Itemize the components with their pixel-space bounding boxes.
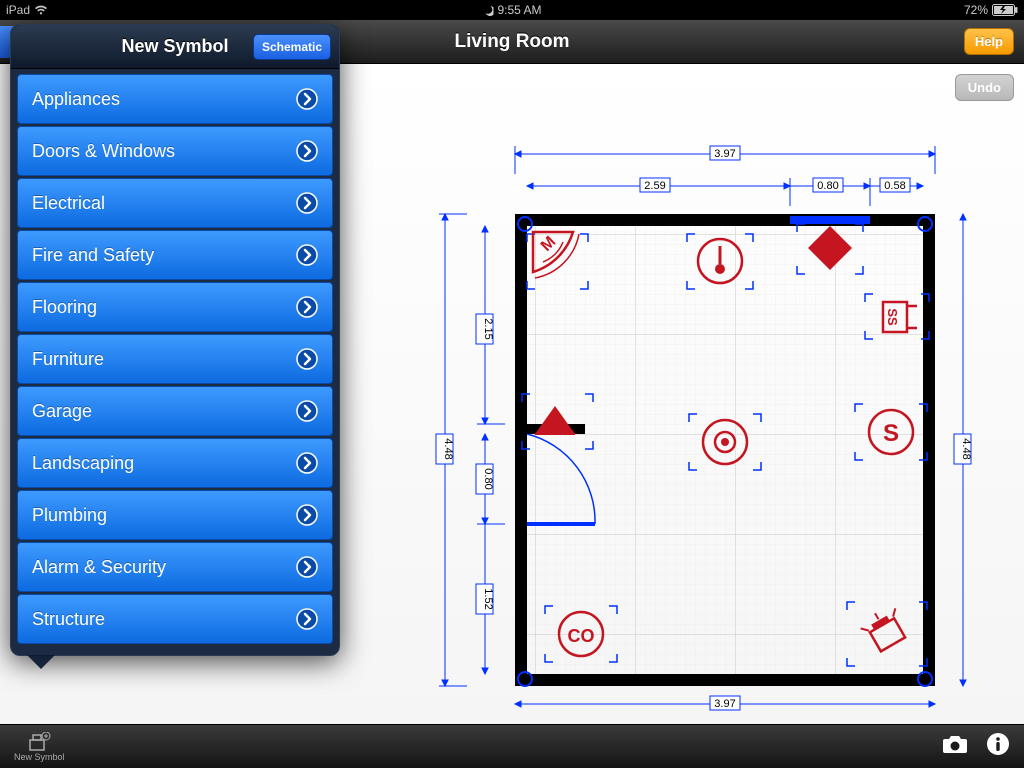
category-label: Fire and Safety — [32, 245, 154, 266]
category-label: Appliances — [32, 89, 120, 110]
popover-arrow-icon — [27, 655, 55, 669]
category-row[interactable]: Fire and Safety — [17, 230, 333, 280]
floor-plan[interactable]: 3.97 2.59 0.80 0.58 3.97 4.48 — [435, 134, 975, 714]
battery-icon — [992, 4, 1018, 16]
dim-bottom-outer: 3.97 — [714, 698, 735, 710]
dim-left-seg3: 1.52 — [482, 588, 494, 609]
chevron-right-icon — [296, 296, 318, 318]
category-row[interactable]: Landscaping — [17, 438, 333, 488]
battery-label: 72% — [964, 3, 988, 17]
status-bar: iPad 9:55 AM 72% — [0, 0, 1024, 20]
category-label: Plumbing — [32, 505, 107, 526]
category-row[interactable]: Doors & Windows — [17, 126, 333, 176]
category-row[interactable]: Flooring — [17, 282, 333, 332]
category-row[interactable]: Furniture — [17, 334, 333, 384]
chevron-right-icon — [296, 348, 318, 370]
popover-title: New Symbol — [121, 36, 228, 57]
chevron-right-icon — [296, 556, 318, 578]
category-label: Doors & Windows — [32, 141, 175, 162]
chevron-right-icon — [296, 608, 318, 630]
category-label: Alarm & Security — [32, 557, 166, 578]
smoke-label: S — [883, 420, 899, 447]
category-row[interactable]: Structure — [17, 594, 333, 644]
chevron-right-icon — [296, 140, 318, 162]
do-not-disturb-icon — [482, 5, 493, 16]
schematic-button[interactable]: Schematic — [253, 34, 331, 60]
category-list: Appliances Doors & Windows Electrical Fire … — [11, 69, 339, 649]
chevron-right-icon — [296, 400, 318, 422]
category-row[interactable]: Appliances — [17, 74, 333, 124]
popover-header: New Symbol Schematic — [11, 25, 339, 69]
dim-left-outer: 4.48 — [442, 438, 454, 459]
device-label: iPad — [6, 3, 30, 17]
category-label: Landscaping — [32, 453, 134, 474]
new-symbol-label: New Symbol — [14, 752, 65, 762]
new-symbol-popover: New Symbol Schematic Appliances Doors & W… — [10, 24, 340, 656]
category-label: Structure — [32, 609, 105, 630]
category-row[interactable]: Plumbing — [17, 490, 333, 540]
chevron-right-icon — [296, 192, 318, 214]
category-label: Garage — [32, 401, 92, 422]
category-label: Furniture — [32, 349, 104, 370]
dim-right-outer: 4.48 — [960, 438, 972, 459]
dim-top-seg3: 0.58 — [884, 180, 905, 192]
category-label: Flooring — [32, 297, 97, 318]
category-row[interactable]: Garage — [17, 386, 333, 436]
dim-top-seg1: 2.59 — [644, 180, 665, 192]
help-button[interactable]: Help — [964, 28, 1014, 55]
category-row[interactable]: Electrical — [17, 178, 333, 228]
co-label: CO — [568, 626, 595, 646]
dim-left-seg2: 0.80 — [482, 468, 494, 489]
dim-top-seg2: 0.80 — [817, 180, 838, 192]
undo-button[interactable]: Undo — [955, 74, 1014, 101]
wifi-icon — [34, 4, 48, 16]
strobe-label: SS — [885, 308, 900, 326]
clock-label: 9:55 AM — [497, 3, 541, 17]
window-symbol[interactable] — [790, 216, 870, 224]
chevron-right-icon — [296, 88, 318, 110]
info-button[interactable] — [986, 732, 1010, 761]
dim-left-seg1: 2.15 — [482, 318, 494, 339]
chevron-right-icon — [296, 452, 318, 474]
camera-button[interactable] — [942, 733, 968, 760]
page-title: Living Room — [454, 31, 569, 53]
chevron-right-icon — [296, 504, 318, 526]
chevron-right-icon — [296, 244, 318, 266]
category-label: Electrical — [32, 193, 105, 214]
new-symbol-button[interactable]: New Symbol — [14, 732, 65, 762]
dim-top-outer: 3.97 — [714, 148, 735, 160]
bottom-toolbar: New Symbol — [0, 724, 1024, 768]
category-row[interactable]: Alarm & Security — [17, 542, 333, 592]
